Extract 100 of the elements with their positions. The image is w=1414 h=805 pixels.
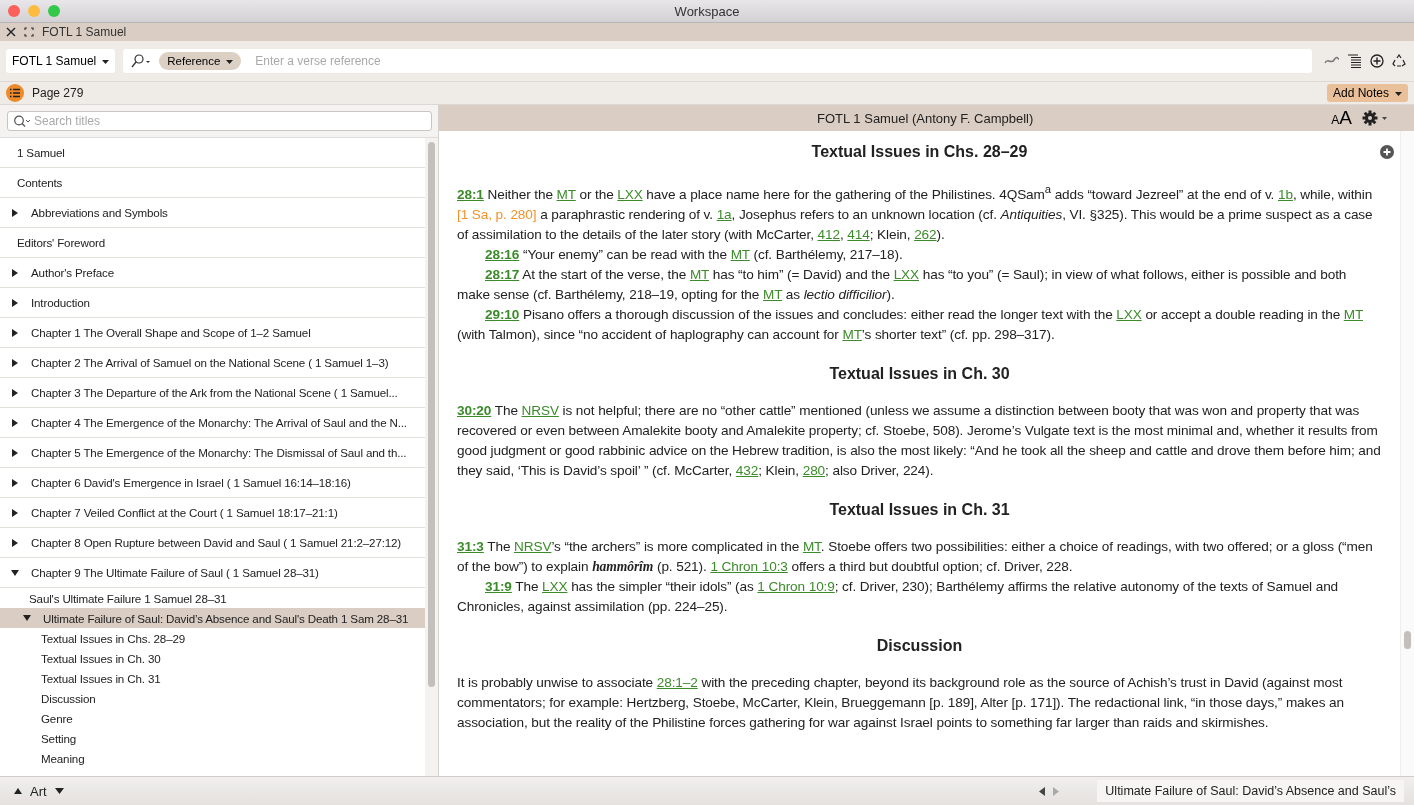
table-of-contents-item[interactable]: Meaning [0, 748, 425, 768]
reference-link[interactable]: 414 [847, 226, 870, 242]
paragraph: 28:17 At the start of the verse, the MT has “to him” (= David) and the LXX has “to you” (= Saul); in view of what follows, either is possible and both make sense (cf. Barthélemy, 218–19, opting for the MT as lectio difficilior). [457, 265, 1348, 304]
table-of-contents-item[interactable]: Editors' Foreword [0, 228, 425, 258]
verse-link[interactable]: 30:20 [457, 402, 492, 418]
wave-icon[interactable] [1324, 56, 1340, 66]
table-of-contents-item[interactable]: Chapter 1 The Overall Shape and Scope of 1–2 Samuel [0, 318, 425, 348]
reference-link[interactable]: 262 [914, 226, 937, 242]
table-of-contents-item[interactable]: Chapter 3 The Departure of the Ark from the National Scene ( 1 Samuel... [0, 378, 425, 408]
section-heading: Textual Issues in Ch. 31 [828, 500, 1011, 519]
page-citation-link[interactable]: [1 Sa, p. 280] [457, 206, 537, 222]
tab-title[interactable]: FOTL 1 Samuel [42, 25, 127, 39]
table-of-contents-item[interactable]: Chapter 5 The Emergence of the Monarchy: The Dismissal of Saul and th... [0, 438, 425, 468]
add-notes-button[interactable]: Add Notes [1326, 84, 1408, 102]
reference-link[interactable]: 28:1–2 [656, 674, 698, 690]
scrollbar-thumb[interactable] [428, 142, 435, 687]
table-of-contents-item[interactable]: Setting [0, 728, 425, 748]
reference-link[interactable]: 1 Chron 10:9 [757, 578, 835, 594]
paragraph: 30:20 The NRSV is not helpful; there are no “other cattle” mentioned (unless we assume a distinction between booty that was won and property that was recovered or even between Amalekite booty and Amalekite property; cf. Stoebe, 508). Jerome’s Vulgate text is the most minimal and, whether it results from good judgment or good rabbinic advice on the Hebrew tradition, is also the most likely: “And he took all the sheep and cattle and drove them before him; and they said, ‘This is David’s spoil’ ” (cf. McCarter, 432; Klein, 280; also Driver, 224). [457, 401, 1382, 480]
paragraph: 28:1 Neither the MT or the LXX have a place name here for the gathering of the Philistines. 4QSam$^{a}$ adds “toward Jezreel” at the end of v. 1b, while, within [1 Sa, p. 280] a paraphrastic rendering of v. 1a, Josephus refers to an unknown location (cf. Antiquities, VI. §325). This would be a prime suspect as a case of assimilation to the details of the later story (with McCarter, 412, 414; Klein, 262). [457, 182, 1374, 244]
table-of-contents-item[interactable]: 1 Samuel [0, 138, 425, 168]
table-of-contents-item[interactable]: Chapter 6 David's Emergence in Israel ( 1 Samuel 16:14–18:16) [0, 468, 425, 498]
table-of-contents-item[interactable]: Textual Issues in Chs. 28–29 [0, 628, 425, 648]
layout-name[interactable]: Art [30, 783, 47, 799]
verse-link[interactable]: 28:17 [485, 266, 520, 282]
close-icon[interactable] [6, 27, 16, 37]
reference-link[interactable]: NRSV [521, 402, 559, 418]
table-of-contents-item[interactable]: Contents [0, 168, 425, 198]
section-heading: Textual Issues in Ch. 30 [828, 364, 1011, 383]
add-circle-icon[interactable] [1370, 54, 1384, 68]
reference-link[interactable]: MT [762, 286, 783, 302]
list-icon[interactable] [6, 84, 24, 102]
table-of-contents-item[interactable]: Discussion [0, 688, 425, 708]
table-of-contents-item[interactable]: Chapter 8 Open Rupture between David and Saul ( 1 Samuel 21:2–27:12) [0, 528, 425, 558]
scrollbar-thumb[interactable] [1404, 631, 1411, 649]
table-of-contents-item[interactable]: Ultimate Failure of Saul: David’s Absence and Saul's Death 1 Sam 28–31 [0, 608, 425, 628]
table-of-contents-item[interactable]: Chapter 2 The Arrival of Samuel on the National Scene ( 1 Samuel 1–3) [0, 348, 425, 378]
reference-link[interactable]: 1b [1277, 186, 1293, 202]
paragraph: 29:10 Pisano offers a thorough discussion of the issues and concludes: either read the longer text with the LXX or accept a double reading in the MT (with Talmon), since “no accident of haplography can account for MT’s shorter text” (cf. pp. 298–317). [457, 305, 1364, 344]
font-size-button[interactable]: AA [1331, 107, 1352, 129]
table-of-contents-item[interactable]: Saul's Ultimate Failure 1 Samuel 28–31 [0, 588, 425, 608]
disclosure-triangle-icon[interactable] [11, 508, 19, 517]
verse-link[interactable]: 31:3 [457, 538, 484, 554]
table-of-contents-item[interactable]: Genre [0, 708, 425, 728]
table-of-contents-item[interactable]: Author's Preface [0, 258, 425, 288]
search-titles-field[interactable]: Search titles [7, 111, 432, 131]
disclosure-triangle-icon[interactable] [11, 568, 19, 577]
collapse-up-icon[interactable] [14, 788, 22, 794]
disclosure-triangle-icon[interactable] [11, 358, 19, 367]
reference-link[interactable]: MT [689, 266, 710, 282]
table-of-contents-item[interactable]: Introduction [0, 288, 425, 318]
search-icon[interactable] [131, 54, 152, 68]
verse-link[interactable]: 31:9 [485, 578, 512, 594]
reference-link[interactable]: MT [556, 186, 576, 202]
reference-link[interactable]: 412 [817, 226, 840, 242]
table-of-contents-item[interactable]: Abbreviations and Symbols [0, 198, 425, 228]
reference-link[interactable]: MT [802, 538, 821, 554]
disclosure-triangle-icon[interactable] [23, 614, 31, 622]
section-heading: Discussion [875, 636, 964, 655]
reference-link[interactable]: MT [842, 326, 862, 342]
reference-link[interactable]: MT [730, 246, 750, 262]
add-note-icon[interactable] [1380, 145, 1394, 159]
reference-link[interactable]: LXX [617, 186, 643, 202]
disclosure-triangle-icon[interactable] [11, 418, 19, 427]
reference-link[interactable]: LXX [542, 578, 568, 594]
reference-link[interactable]: 1 Chron 10:3 [710, 558, 788, 574]
disclosure-triangle-icon[interactable] [11, 328, 19, 337]
list-icon[interactable] [1348, 54, 1362, 68]
table-of-contents-item[interactable]: Textual Issues in Ch. 30 [0, 648, 425, 668]
reference-link[interactable]: NRSV [514, 538, 552, 554]
reference-link[interactable]: LXX [893, 266, 920, 282]
reference-link[interactable]: MT [1343, 306, 1363, 322]
disclosure-triangle-icon[interactable] [11, 538, 19, 547]
reference-link[interactable]: LXX [1116, 306, 1142, 322]
window-title: Workspace [673, 3, 741, 19]
back-icon[interactable] [1039, 786, 1046, 796]
search-type-dropdown[interactable]: Reference [159, 52, 242, 70]
disclosure-triangle-icon[interactable] [11, 298, 19, 307]
expand-icon[interactable] [24, 27, 34, 37]
resource-dropdown[interactable]: FOTL 1 Samuel [6, 49, 116, 73]
resource-title: FOTL 1 Samuel (Antony F. Campbell) [816, 110, 1035, 126]
disclosure-triangle-icon[interactable] [11, 478, 19, 487]
search-icon [13, 115, 31, 128]
page-number: Page 279 [32, 86, 84, 100]
table-of-contents-item[interactable]: Chapter 4 The Emergence of the Monarchy: The Arrival of Saul and the N... [0, 408, 425, 438]
verse-link[interactable]: 28:1 [457, 186, 484, 202]
verse-link[interactable]: 28:16 [485, 246, 520, 262]
table-of-contents-item[interactable]: Chapter 9 The Ultimate Failure of Saul ( 1 Samuel 28–31) [0, 558, 425, 588]
disclosure-triangle-icon[interactable] [11, 208, 19, 217]
settings-icon[interactable] [1362, 110, 1388, 126]
table-of-contents-item[interactable]: Textual Issues in Ch. 31 [0, 668, 425, 688]
caret-icon [102, 59, 110, 64]
disclosure-triangle-icon[interactable] [11, 268, 19, 277]
paragraph: It is probably unwise to associate 28:1–2 with the preceding chapter, beyond its background role as the source of Achish’s trust in David (against most commentators; for example: Hertzberg, Stoebe, McCarter, Klein, Brueggemann [p. 189], Alter [p. 171]). The redactional link, “in those days,” makes an association, but the reality of the Philistine forces gathering for war against Israel points to something far larger than raids and skirmishes. [457, 673, 1345, 732]
disclosure-triangle-icon[interactable] [11, 448, 19, 457]
disclosure-triangle-icon[interactable] [11, 388, 19, 397]
caret-icon[interactable] [54, 788, 64, 794]
reference-link[interactable]: 1a [716, 206, 732, 222]
table-of-contents-item[interactable]: Chapter 7 Veiled Conflict at the Court ( 1 Samuel 18:17–21:1) [0, 498, 425, 528]
verse-link[interactable]: 29:10 [485, 306, 520, 322]
